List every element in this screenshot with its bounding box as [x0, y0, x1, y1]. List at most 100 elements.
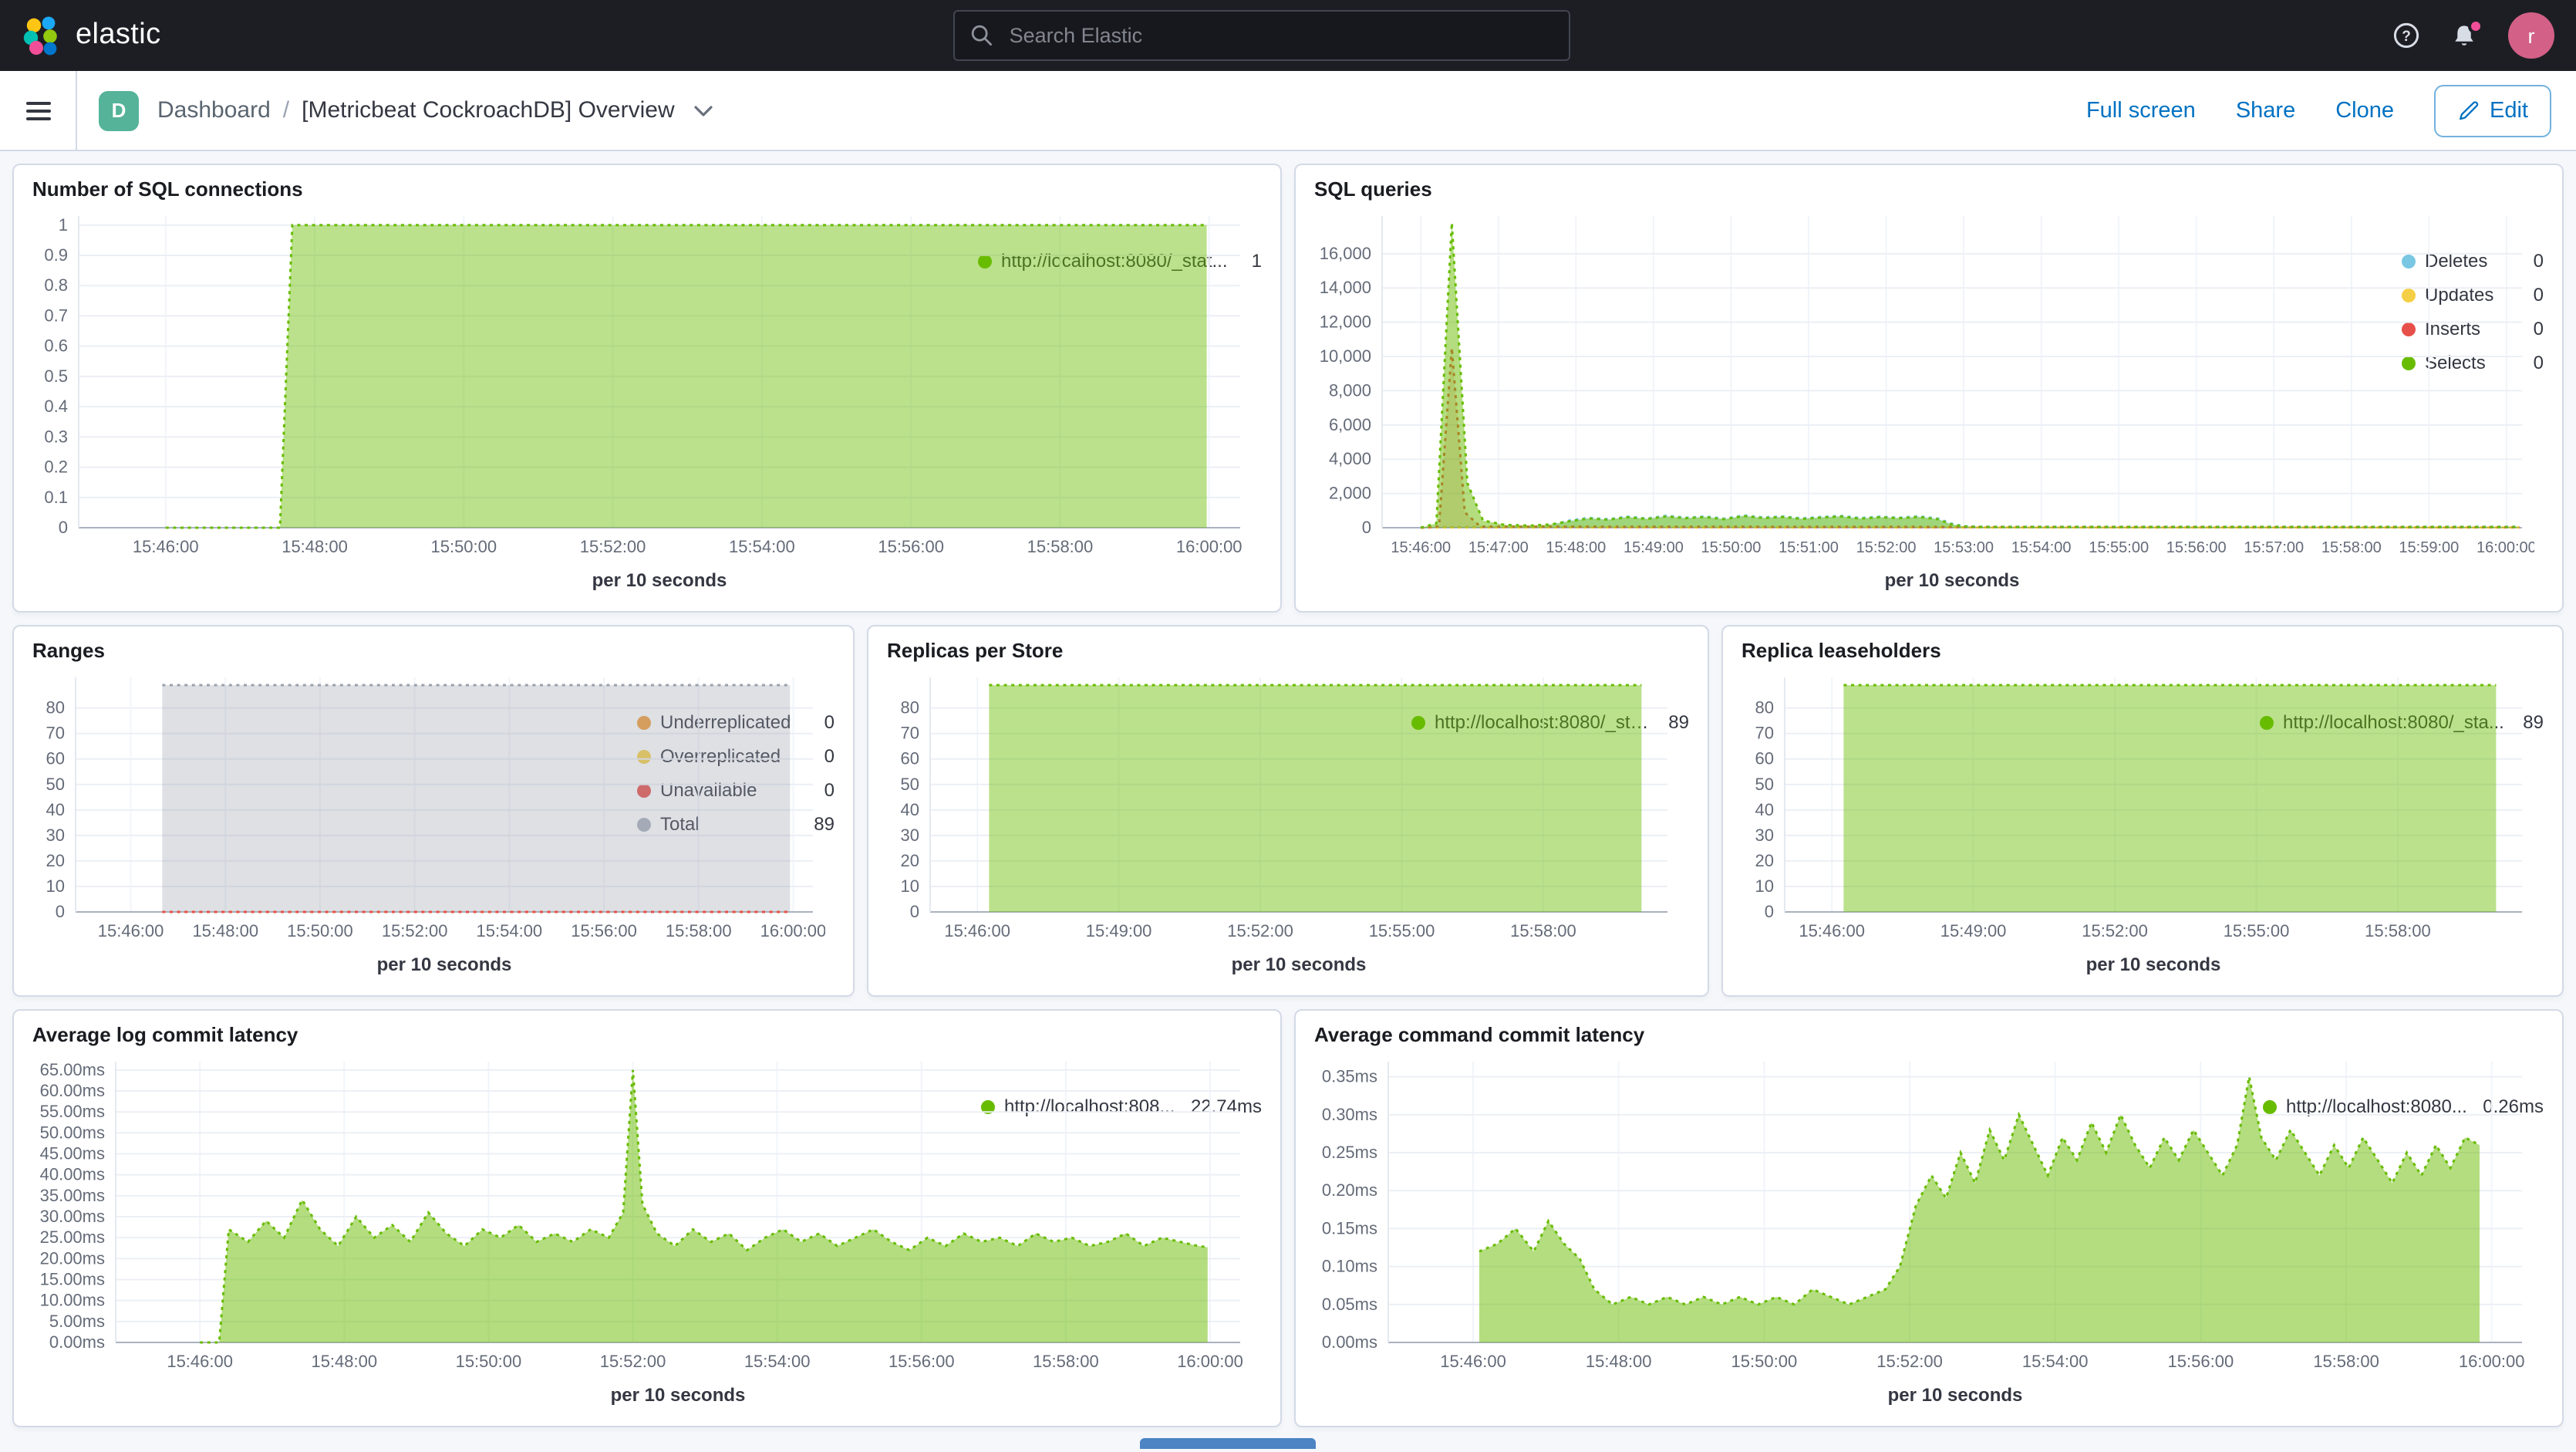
svg-text:6,000: 6,000	[1329, 415, 1371, 434]
svg-text:15:50:00: 15:50:00	[430, 537, 497, 556]
title-menu-button[interactable]	[692, 101, 716, 120]
breadcrumb-separator: /	[283, 97, 289, 123]
svg-text:15:56:00: 15:56:00	[2168, 1352, 2234, 1371]
svg-text:14,000: 14,000	[1320, 278, 1371, 297]
svg-text:15:46:00: 15:46:00	[1799, 921, 1865, 940]
svg-text:30: 30	[901, 826, 919, 845]
svg-text:15:47:00: 15:47:00	[1468, 539, 1529, 556]
panel-title: Average command commit latency	[1314, 1023, 2547, 1046]
svg-text:0.20ms: 0.20ms	[1322, 1180, 1377, 1200]
panel-replicas-per-store: Replicas per Store 8070605040302010015:4…	[867, 625, 1709, 997]
svg-text:15:52:00: 15:52:00	[1876, 1352, 1943, 1371]
svg-text:20.00ms: 20.00ms	[40, 1248, 105, 1268]
svg-text:50: 50	[46, 775, 65, 794]
svg-text:15:48:00: 15:48:00	[1546, 539, 1606, 556]
svg-text:per 10 seconds: per 10 seconds	[1232, 954, 1367, 975]
svg-text:15:48:00: 15:48:00	[1586, 1352, 1652, 1371]
svg-text:50: 50	[901, 775, 919, 794]
svg-text:15:56:00: 15:56:00	[888, 1352, 955, 1371]
panel-sql-queries: SQL queries 16,00014,00012,00010,0008,00…	[1294, 164, 2564, 613]
svg-text:30: 30	[1755, 826, 1774, 845]
svg-text:15:51:00: 15:51:00	[1779, 539, 1839, 556]
toolbar-actions: Full screen Share Clone Edit	[2086, 84, 2551, 137]
dashboard-toolbar: D Dashboard / [Metricbeat CockroachDB] O…	[0, 71, 2576, 151]
svg-text:40: 40	[901, 800, 919, 819]
space-badge[interactable]: D	[99, 90, 139, 130]
elastic-home-link[interactable]: elastic	[22, 15, 161, 56]
svg-text:0: 0	[56, 902, 65, 921]
svg-text:25.00ms: 25.00ms	[40, 1227, 105, 1247]
header-actions: ? r	[2392, 12, 2554, 59]
svg-text:15:54:00: 15:54:00	[744, 1352, 811, 1371]
chevron-down-icon	[695, 104, 713, 116]
panel-title: Number of SQL connections	[32, 177, 1265, 201]
legend-value: 1	[1252, 250, 1262, 272]
svg-text:15:58:00: 15:58:00	[2365, 921, 2431, 940]
svg-text:20: 20	[901, 851, 919, 870]
replica-leaseholders-area-chart: 8070605040302010015:46:0015:49:0015:52:0…	[1738, 665, 2251, 983]
ranges-area-chart: 8070605040302010015:46:0015:48:0015:50:0…	[29, 665, 628, 983]
global-search-input[interactable]	[1006, 22, 1554, 49]
log-commit-latency-area-chart: 65.00ms60.00ms55.00ms50.00ms45.00ms40.00…	[29, 1049, 972, 1413]
brand-name: elastic	[76, 19, 161, 52]
svg-text:60: 60	[901, 749, 919, 768]
svg-text:15:54:00: 15:54:00	[477, 921, 543, 940]
svg-text:0: 0	[1765, 902, 1774, 921]
svg-text:15:58:00: 15:58:00	[1027, 537, 1094, 556]
svg-text:15:59:00: 15:59:00	[2399, 539, 2459, 556]
svg-text:15:55:00: 15:55:00	[2089, 539, 2149, 556]
svg-text:15:52:00: 15:52:00	[1856, 539, 1917, 556]
panel-title: Replicas per Store	[887, 639, 1692, 662]
svg-text:80: 80	[1755, 698, 1774, 718]
svg-text:15:46:00: 15:46:00	[167, 1352, 233, 1371]
search-icon	[971, 24, 994, 47]
svg-text:0.10ms: 0.10ms	[1322, 1257, 1377, 1276]
panel-replica-leaseholders: Replica leaseholders 8070605040302010015…	[1721, 625, 2564, 997]
legend-value: 0	[2534, 352, 2544, 373]
edit-button[interactable]: Edit	[2434, 84, 2551, 137]
svg-text:15:52:00: 15:52:00	[2082, 921, 2148, 940]
user-avatar[interactable]: r	[2508, 12, 2554, 59]
partial-panel-indicator	[1140, 1438, 1316, 1449]
svg-text:15:57:00: 15:57:00	[2244, 539, 2304, 556]
help-button[interactable]: ?	[2392, 22, 2420, 49]
svg-text:10.00ms: 10.00ms	[40, 1291, 105, 1310]
svg-text:15:54:00: 15:54:00	[2022, 1352, 2089, 1371]
svg-text:80: 80	[901, 698, 919, 718]
svg-text:30: 30	[46, 826, 65, 845]
svg-text:15:50:00: 15:50:00	[1701, 539, 1762, 556]
main-menu-button[interactable]	[0, 70, 77, 150]
svg-text:16:00:00: 16:00:00	[1176, 537, 1242, 556]
svg-text:15:55:00: 15:55:00	[1369, 921, 1435, 940]
notifications-button[interactable]	[2451, 22, 2477, 49]
svg-text:15:49:00: 15:49:00	[1623, 539, 1684, 556]
svg-text:70: 70	[901, 724, 919, 743]
svg-text:1: 1	[59, 215, 68, 235]
svg-text:15:56:00: 15:56:00	[571, 921, 637, 940]
svg-text:16:00:00: 16:00:00	[1177, 1352, 1243, 1371]
svg-text:15:50:00: 15:50:00	[287, 921, 353, 940]
full-screen-button[interactable]: Full screen	[2086, 98, 2196, 123]
global-search-box[interactable]	[954, 10, 1571, 61]
svg-text:16,000: 16,000	[1320, 244, 1371, 263]
clone-button[interactable]: Clone	[2335, 98, 2394, 123]
svg-text:15:58:00: 15:58:00	[2313, 1352, 2379, 1371]
svg-text:15:46:00: 15:46:00	[98, 921, 164, 940]
svg-text:12,000: 12,000	[1320, 312, 1371, 332]
svg-text:15:52:00: 15:52:00	[580, 537, 646, 556]
edit-button-label: Edit	[2490, 98, 2528, 123]
svg-text:55.00ms: 55.00ms	[40, 1102, 105, 1121]
svg-text:15:56:00: 15:56:00	[2166, 539, 2227, 556]
svg-text:40: 40	[46, 800, 65, 819]
breadcrumb-dashboard[interactable]: Dashboard	[157, 97, 271, 123]
svg-text:4,000: 4,000	[1329, 449, 1371, 468]
svg-text:10: 10	[46, 876, 65, 896]
svg-text:60.00ms: 60.00ms	[40, 1081, 105, 1100]
svg-text:65.00ms: 65.00ms	[40, 1060, 105, 1079]
panel-title: Replica leaseholders	[1741, 639, 2547, 662]
svg-text:0.9: 0.9	[44, 245, 68, 265]
user-initial: r	[2528, 24, 2535, 47]
svg-text:15:56:00: 15:56:00	[878, 537, 944, 556]
svg-text:0: 0	[59, 518, 68, 537]
share-button[interactable]: Share	[2236, 98, 2295, 123]
